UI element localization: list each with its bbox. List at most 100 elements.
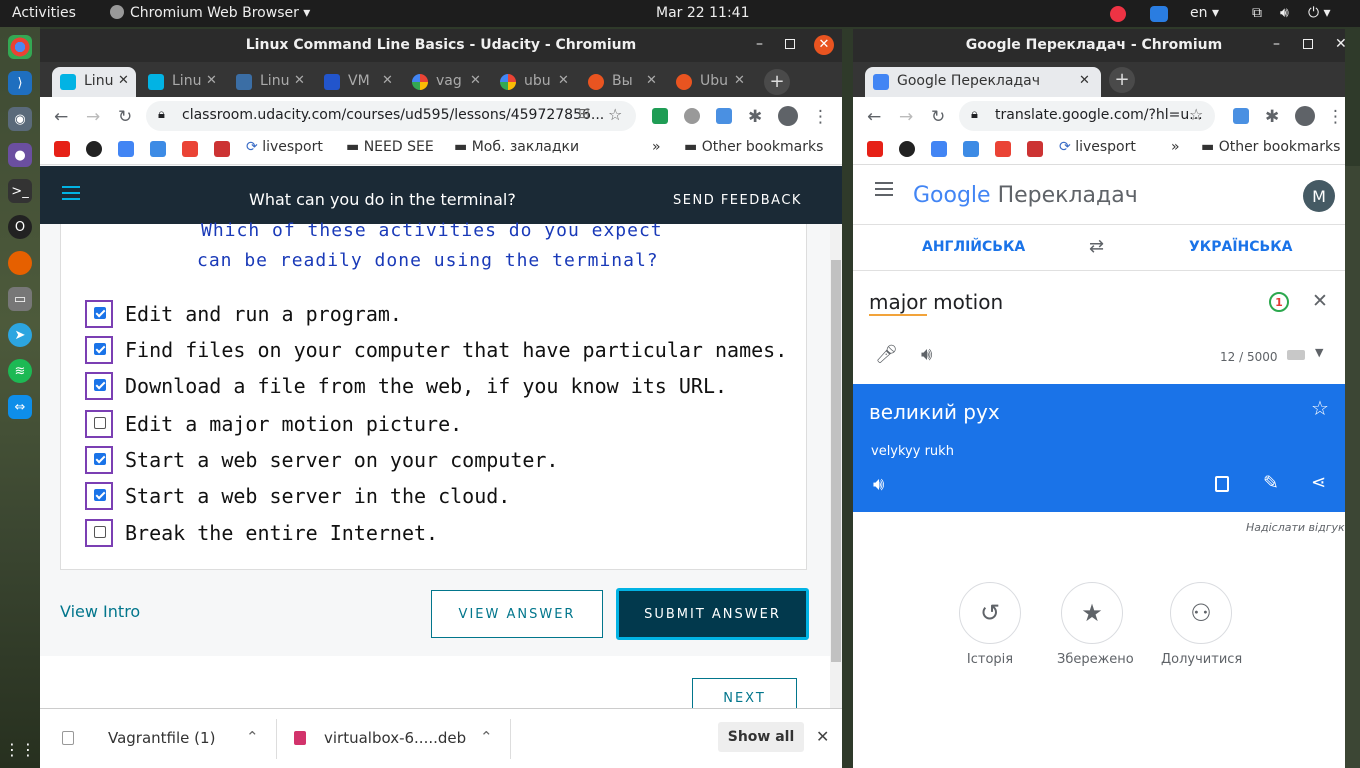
forward-icon[interactable]: → [899, 107, 913, 127]
network-icon[interactable]: ⧉ [1252, 5, 1262, 21]
s-icon[interactable] [963, 141, 979, 157]
download-item-vagrantfile[interactable]: Vagrantfile (1) [108, 729, 215, 747]
saved-button[interactable]: ★ Збережено [1057, 582, 1134, 667]
window-titlebar[interactable]: Google Перекладач - Chromium – ✕ [853, 29, 1345, 62]
v-extension-icon[interactable] [1233, 108, 1249, 124]
chevron-up-icon[interactable]: ⌃ [246, 728, 259, 746]
hamburger-menu-icon[interactable] [62, 192, 80, 194]
clear-text-icon[interactable]: ✕ [1312, 290, 1328, 312]
send-feedback-link[interactable]: Надіслати відгук [1246, 521, 1345, 534]
power-icon[interactable]: ⏻ ▾ [1308, 5, 1331, 21]
youtube-icon[interactable] [867, 141, 883, 157]
tab-udacity-active[interactable]: Linu ✕ [52, 67, 136, 97]
bookmark-folder-other[interactable]: ▬ Other bookmarks [1201, 139, 1340, 155]
activities-button[interactable]: Activities [12, 5, 76, 21]
tab-close-icon[interactable]: ✕ [1079, 73, 1090, 88]
terminal-dock-icon[interactable]: >_ [8, 179, 32, 203]
checkbox-checked[interactable] [94, 343, 106, 355]
s-icon[interactable] [150, 141, 166, 157]
tab-close-icon[interactable]: ✕ [294, 73, 305, 88]
listen-speaker-icon[interactable]: 🔊︎ [873, 474, 884, 495]
checkbox-checked[interactable] [94, 489, 106, 501]
gmail-icon[interactable] [995, 141, 1011, 157]
address-bar[interactable]: 🔒︎ classroom.udacity.com/courses/ud595/l… [146, 101, 636, 131]
save-star-icon[interactable]: ☆ [1311, 396, 1329, 420]
r-extension-icon[interactable] [652, 108, 668, 124]
bookmarks-overflow-chevron-icon[interactable]: » [1171, 139, 1180, 155]
minimize-button[interactable]: – [1273, 36, 1280, 52]
back-icon[interactable]: ← [867, 107, 881, 127]
option-checkbox[interactable] [85, 336, 113, 364]
tab-close-icon[interactable]: ✕ [558, 73, 569, 88]
firefox-dock-icon[interactable] [8, 251, 32, 275]
menu-kebab-icon[interactable]: ⋮ [1327, 107, 1344, 127]
option-checkbox[interactable] [85, 519, 113, 547]
window-titlebar[interactable]: Linux Command Line Basics - Udacity - Ch… [40, 29, 842, 62]
bookmark-livesport[interactable]: ⟳ livesport [1059, 139, 1136, 155]
option-checkbox[interactable] [85, 482, 113, 510]
new-tab-button[interactable]: + [764, 69, 790, 95]
tab-close-icon[interactable]: ✕ [734, 73, 745, 88]
tab-ubuntu[interactable]: Ubu ✕ [668, 67, 752, 97]
volume-icon[interactable]: 🔊︎ [1280, 5, 1289, 21]
checkbox-unchecked[interactable] [94, 417, 106, 429]
hamburger-menu-icon[interactable] [875, 188, 893, 190]
submit-answer-button[interactable]: SUBMIT ANSWER [616, 588, 809, 640]
bookmark-star-icon[interactable]: ☆ [1189, 105, 1203, 124]
keyboard-layout[interactable]: en ▾ [1190, 5, 1219, 21]
files-dock-icon[interactable]: ▭ [8, 287, 32, 311]
view-answer-button[interactable]: VIEW ANSWER [431, 590, 603, 638]
chrome-dock-icon[interactable] [8, 35, 32, 59]
share-icon[interactable]: ⋖ [1311, 472, 1326, 493]
new-tab-button[interactable]: + [1109, 67, 1135, 93]
checkbox-checked[interactable] [94, 379, 106, 391]
github-icon[interactable] [86, 141, 102, 157]
option-checkbox[interactable] [85, 300, 113, 328]
address-bar[interactable]: 🔒︎ translate.google.com/?hl=u... ☆ [959, 101, 1215, 131]
tab-close-icon[interactable]: ✕ [206, 73, 217, 88]
bookmark-folder-other[interactable]: ▬ Other bookmarks [684, 139, 823, 155]
maximize-button[interactable] [1303, 39, 1313, 49]
profile-avatar[interactable] [778, 106, 798, 126]
option-checkbox[interactable] [85, 372, 113, 400]
reload-icon[interactable]: ↻ [931, 107, 945, 127]
extension-icon[interactable] [684, 108, 700, 124]
copy-icon[interactable] [1215, 476, 1229, 492]
tab-close-icon[interactable]: ✕ [382, 73, 393, 88]
bookmark-folder-mobile[interactable]: ▬ Моб. закладки [454, 139, 579, 155]
github-dock-icon[interactable]: ● [8, 143, 32, 167]
bookmarks-overflow-chevron-icon[interactable]: » [652, 139, 661, 155]
reload-icon[interactable]: ↻ [118, 107, 132, 127]
option-checkbox[interactable] [85, 446, 113, 474]
close-window-button[interactable]: ✕ [1335, 36, 1345, 52]
tray-app-icon[interactable] [1110, 6, 1126, 22]
minimize-button[interactable]: – [756, 36, 763, 52]
bookmark-livesport[interactable]: ⟳ livesport [246, 139, 323, 155]
swap-languages-icon[interactable]: ⇄ [1089, 236, 1104, 257]
app-menu[interactable]: Chromium Web Browser ▾ [110, 5, 310, 21]
telegram-dock-icon[interactable]: ➤ [8, 323, 32, 347]
teamviewer-tray-icon[interactable] [1150, 6, 1168, 22]
chromium-dock-icon[interactable]: ◉ [8, 107, 32, 131]
target-language-button[interactable]: УКРАЇНСЬКА [1189, 239, 1292, 255]
tab-close-icon[interactable]: ✕ [646, 73, 657, 88]
opera-dock-icon[interactable]: O [8, 215, 32, 239]
microphone-icon[interactable]: 🎤︎ [875, 344, 898, 365]
vscode-dock-icon[interactable]: ⟩ [8, 71, 32, 95]
checkbox-checked[interactable] [94, 307, 106, 319]
maximize-button[interactable] [785, 39, 795, 49]
tab-linux-3[interactable]: Linu ✕ [228, 67, 312, 97]
send-feedback-link[interactable]: SEND FEEDBACK [673, 193, 802, 208]
forward-icon[interactable]: → [86, 107, 100, 127]
tab-vm[interactable]: VM ✕ [316, 67, 400, 97]
scrollbar-thumb[interactable] [831, 260, 841, 662]
view-intro-link[interactable]: View Intro [60, 602, 140, 621]
tab-udacity-2[interactable]: Linu ✕ [140, 67, 224, 97]
contribute-button[interactable]: ⚇ Долучитися [1161, 582, 1242, 667]
tab-close-icon[interactable]: ✕ [118, 73, 129, 88]
dropdown-icon[interactable]: ▼ [1315, 346, 1323, 359]
bookmark-star-icon[interactable]: ☆ [608, 105, 622, 124]
bird-icon[interactable] [1027, 141, 1043, 157]
history-button[interactable]: ↺ Історія [959, 582, 1021, 667]
tab-google-translate[interactable]: Google Перекладач ✕ [865, 67, 1101, 97]
